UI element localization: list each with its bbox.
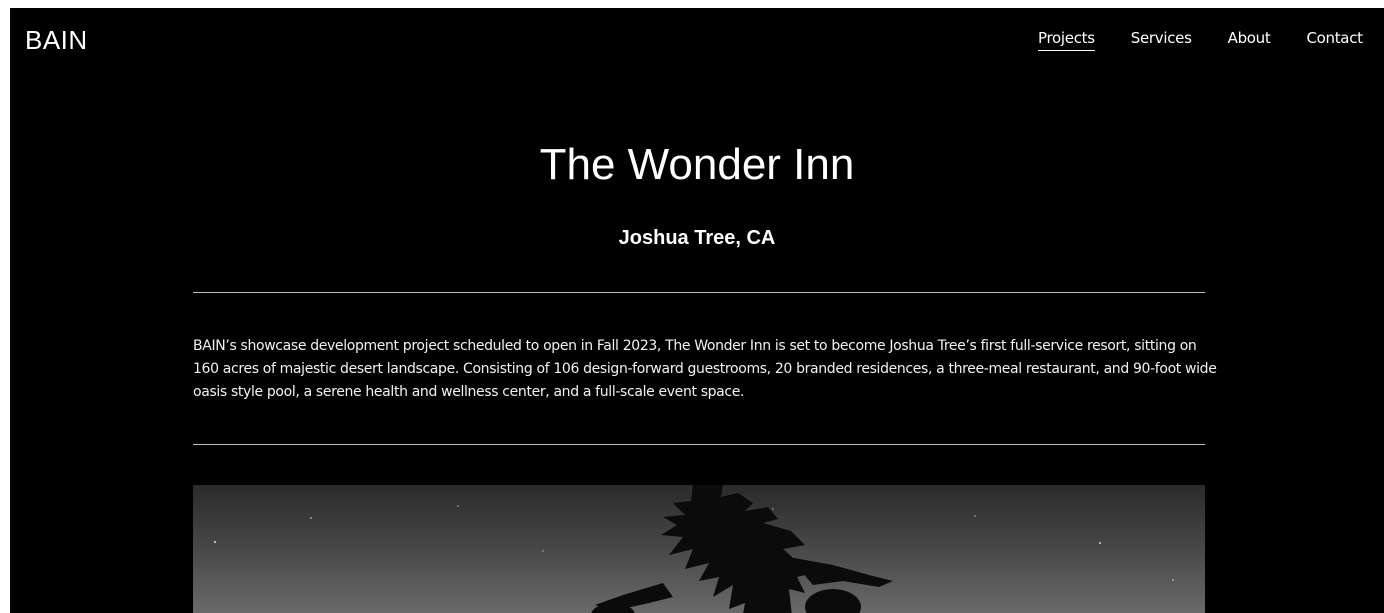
hero-image bbox=[193, 485, 1205, 613]
project-description: BAIN’s showcase development project sche… bbox=[193, 338, 1217, 400]
divider bbox=[193, 292, 1205, 293]
project-title: The Wonder Inn bbox=[539, 140, 855, 189]
divider bbox=[193, 444, 1205, 445]
page: BAIN Projects Services About Contact The… bbox=[10, 8, 1384, 613]
nav-item-projects[interactable]: Projects bbox=[1038, 29, 1095, 51]
main-nav: Projects Services About Contact bbox=[1038, 29, 1363, 51]
nav-item-contact[interactable]: Contact bbox=[1306, 29, 1363, 51]
nav-item-services[interactable]: Services bbox=[1131, 29, 1192, 51]
nav-item-about[interactable]: About bbox=[1228, 29, 1271, 51]
project-location: Joshua Tree, CA bbox=[618, 227, 776, 249]
brand-logo[interactable]: BAIN bbox=[25, 25, 88, 56]
joshua-tree-night-photo bbox=[193, 485, 1205, 613]
